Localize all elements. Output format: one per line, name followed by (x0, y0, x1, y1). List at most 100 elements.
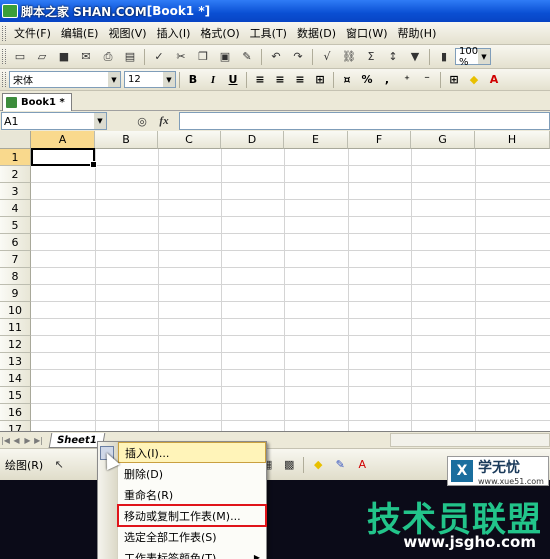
horizontal-scrollbar[interactable] (390, 433, 550, 447)
column-header[interactable]: D (221, 131, 284, 149)
next-sheet-icon[interactable]: ▶ (22, 436, 33, 445)
currency-icon[interactable]: ¤ (338, 71, 356, 89)
hyperlink-icon[interactable]: ⛓ (340, 48, 358, 66)
draw-menu[interactable]: 绘图(R) (0, 457, 48, 473)
align-right-icon[interactable]: ≡ (291, 71, 309, 89)
row-header[interactable]: 8 (0, 268, 31, 285)
row-header[interactable]: 1 (0, 149, 31, 166)
chevron-down-icon[interactable]: ▼ (478, 49, 490, 64)
name-box[interactable]: A1 ▼ (1, 112, 107, 130)
column-header[interactable]: A (31, 131, 95, 149)
cut-icon[interactable]: ✂ (172, 48, 190, 66)
font-select[interactable]: 宋体 ▼ (9, 71, 121, 88)
menu-tools[interactable]: 工具(T) (245, 25, 292, 41)
print-icon[interactable]: ⎙ (99, 48, 117, 66)
menu-edit[interactable]: 编辑(E) (56, 25, 104, 41)
document-tab[interactable]: Book1 * (2, 93, 72, 111)
autosum-icon[interactable]: Σ (362, 48, 380, 66)
first-sheet-icon[interactable]: |◀ (0, 436, 11, 445)
align-left-icon[interactable]: ≡ (251, 71, 269, 89)
chevron-down-icon[interactable]: ▼ (108, 72, 120, 87)
row-header[interactable]: 12 (0, 336, 31, 353)
context-menu-tab-color[interactable]: 工作表标签颜色(T) ▶ (118, 547, 266, 559)
column-header[interactable]: G (411, 131, 475, 149)
column-header[interactable]: E (284, 131, 348, 149)
menu-insert[interactable]: 插入(I) (152, 25, 196, 41)
menu-format[interactable]: 格式(O) (195, 25, 244, 41)
print-preview-icon[interactable]: ▤ (121, 48, 139, 66)
column-header[interactable]: F (348, 131, 411, 149)
column-header[interactable]: C (158, 131, 221, 149)
row-header[interactable]: 7 (0, 251, 31, 268)
row-header[interactable]: 6 (0, 234, 31, 251)
row-header[interactable]: 17 (0, 421, 31, 431)
prev-sheet-icon[interactable]: ◀ (11, 436, 22, 445)
merge-center-icon[interactable]: ⊞ (311, 71, 329, 89)
italic-button[interactable]: I (204, 71, 222, 89)
context-menu-delete[interactable]: 删除(D) (118, 463, 266, 484)
select-pointer-icon[interactable]: ↖ (50, 456, 68, 474)
fill-color-icon[interactable]: ◆ (465, 71, 483, 89)
comma-style-button[interactable]: , (378, 71, 396, 89)
insert-function-icon[interactable]: fx (155, 112, 173, 130)
format-painter-icon[interactable]: ✎ (238, 48, 256, 66)
font-color-icon[interactable]: A (485, 71, 503, 89)
row-header[interactable]: 4 (0, 200, 31, 217)
row-header[interactable]: 14 (0, 370, 31, 387)
bold-button[interactable]: B (184, 71, 202, 89)
percent-button[interactable]: % (358, 71, 376, 89)
line-color-icon[interactable]: ✎ (331, 456, 349, 474)
chevron-down-icon[interactable]: ▼ (163, 72, 175, 87)
sort-icon[interactable]: ↕ (384, 48, 402, 66)
decrease-decimal-icon[interactable]: ⁻ (418, 71, 436, 89)
row-header[interactable]: 2 (0, 166, 31, 183)
toolbar-grip[interactable] (2, 49, 6, 64)
menu-window[interactable]: 窗口(W) (341, 25, 392, 41)
open-folder-icon[interactable]: ▱ (33, 48, 51, 66)
last-sheet-icon[interactable]: ▶| (33, 436, 44, 445)
row-header[interactable]: 10 (0, 302, 31, 319)
menu-data[interactable]: 数据(D) (292, 25, 341, 41)
row-header[interactable]: 11 (0, 319, 31, 336)
row-header[interactable]: 13 (0, 353, 31, 370)
formula-input[interactable] (179, 112, 550, 130)
column-header[interactable]: B (95, 131, 158, 149)
borders-icon[interactable]: ⊞ (445, 71, 463, 89)
chart-icon[interactable]: ▮ (435, 48, 453, 66)
underline-button[interactable]: U (224, 71, 242, 89)
font-size-select[interactable]: 12 ▼ (124, 71, 176, 88)
menu-file[interactable]: 文件(F) (9, 25, 56, 41)
function-icon[interactable]: √ (318, 48, 336, 66)
select-all-corner[interactable] (0, 131, 31, 149)
worksheet-grid[interactable]: A B C D E F G H 1 2 3 4 5 6 7 8 9 10 11 … (0, 131, 550, 431)
context-menu-insert[interactable]: 插入(I)... (118, 442, 266, 463)
row-header[interactable]: 16 (0, 404, 31, 421)
row-header[interactable]: 5 (0, 217, 31, 234)
active-cell-a1[interactable] (31, 148, 97, 168)
menu-grip[interactable] (2, 25, 6, 41)
chevron-down-icon[interactable]: ▼ (94, 113, 106, 129)
context-menu-move-copy[interactable]: 移动或复制工作表(M)... (117, 504, 267, 527)
copy-icon[interactable]: ❐ (194, 48, 212, 66)
column-header[interactable]: H (475, 131, 550, 149)
save-icon[interactable]: ■ (55, 48, 73, 66)
picture-icon[interactable]: ▩ (280, 456, 298, 474)
zoom-formula-icon[interactable]: ◎ (133, 112, 151, 130)
spellcheck-icon[interactable]: ✓ (150, 48, 168, 66)
zoom-select[interactable]: 100 % ▼ (455, 46, 491, 68)
redo-icon[interactable]: ↷ (289, 48, 307, 66)
increase-decimal-icon[interactable]: ⁺ (398, 71, 416, 89)
row-header[interactable]: 15 (0, 387, 31, 404)
menu-help[interactable]: 帮助(H) (393, 25, 442, 41)
context-menu-select-all-sheets[interactable]: 选定全部工作表(S) (118, 526, 266, 547)
fill-color-icon[interactable]: ◆ (309, 456, 327, 474)
filter-icon[interactable]: ▼ (406, 48, 424, 66)
font-color-icon[interactable]: A (353, 456, 371, 474)
row-header[interactable]: 3 (0, 183, 31, 200)
toolbar-grip[interactable] (2, 72, 6, 87)
row-header[interactable]: 9 (0, 285, 31, 302)
align-center-icon[interactable]: ≡ (271, 71, 289, 89)
mail-icon[interactable]: ✉ (77, 48, 95, 66)
new-document-icon[interactable]: ▭ (11, 48, 29, 66)
menu-view[interactable]: 视图(V) (103, 25, 151, 41)
